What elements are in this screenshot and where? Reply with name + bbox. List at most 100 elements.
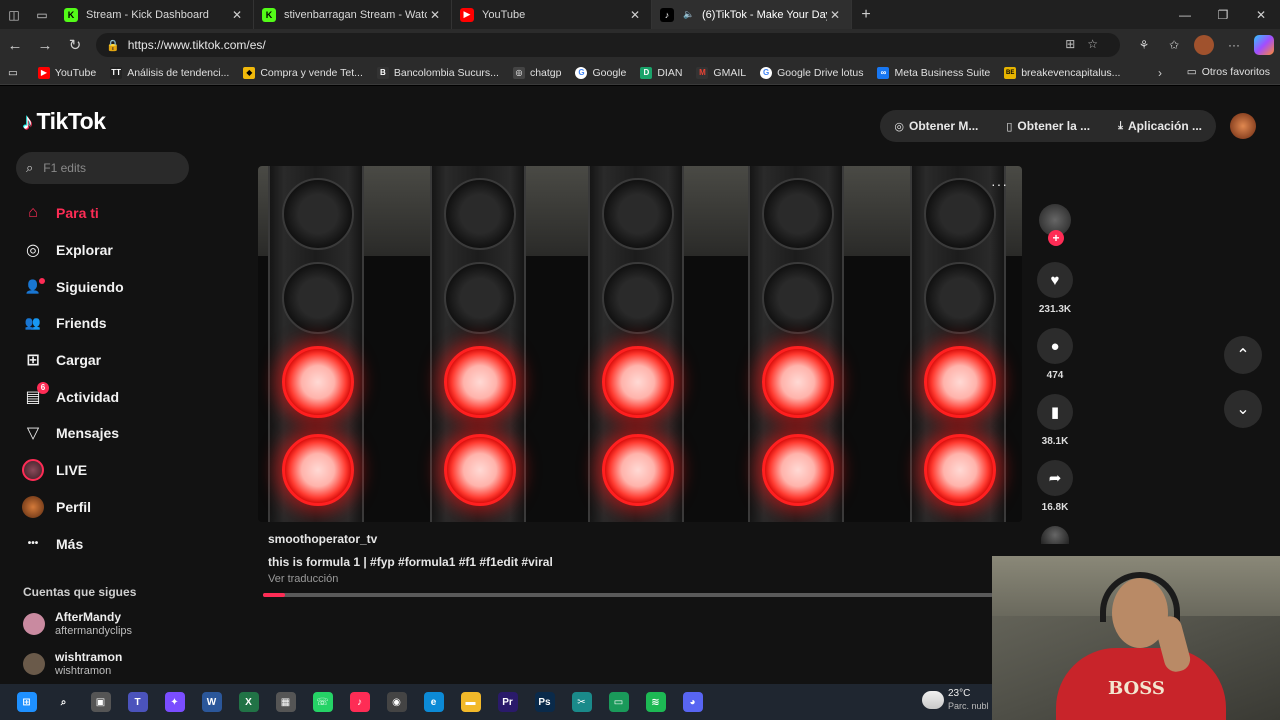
extension-icon[interactable]: ⚘ (1134, 35, 1154, 55)
tab-tiktok[interactable]: ♪ 🔈 (6)TikTok - Make Your Day ✕ (652, 0, 852, 29)
file-explorer-taskbar-button[interactable]: ▬ (452, 684, 489, 720)
teams-taskbar-button[interactable]: T (119, 684, 156, 720)
dian-icon: D (640, 66, 653, 79)
menu-dots-icon[interactable]: ··· (1224, 35, 1244, 55)
maximize-icon[interactable]: ❐ (1204, 0, 1242, 29)
word-taskbar-button[interactable]: W (193, 684, 230, 720)
get-coins-button[interactable]: ◎ Obtener M... (880, 110, 993, 142)
desktop-app-button[interactable]: ⤓ Aplicación ... (1104, 110, 1216, 142)
get-app-button[interactable]: ▯ Obtener la ... (992, 110, 1105, 142)
video-player[interactable]: ··· (258, 166, 1022, 522)
refresh-icon[interactable]: ↻ (60, 36, 90, 54)
edge-taskbar-button[interactable]: e (415, 684, 452, 720)
tab-kick-stream[interactable]: K stivenbarragan Stream - Watch Li ✕ (254, 0, 452, 29)
copilot-taskbar-button[interactable]: ✦ (156, 684, 193, 720)
search-taskbar-button[interactable]: ⌕ (45, 684, 82, 720)
forward-icon[interactable]: → (30, 37, 60, 54)
minimize-icon[interactable]: — (1166, 0, 1204, 29)
like-button[interactable]: ♥ (1037, 262, 1073, 298)
sidebar-item-siguiendo[interactable]: 👤 Siguiendo (22, 268, 124, 305)
other-bookmarks[interactable]: ▭ Otros favoritos (1187, 66, 1270, 78)
creator-avatar[interactable]: + (1039, 204, 1071, 246)
obs-taskbar-button[interactable]: ◉ (378, 684, 415, 720)
new-tab-button[interactable]: + (852, 6, 880, 24)
sidebar-item-actividad[interactable]: ▤ 6 Actividad (22, 378, 124, 415)
sidebar-item-live[interactable]: LIVE (22, 452, 124, 489)
workspaces-icon[interactable]: ◫ (0, 0, 28, 29)
bookmark-dian[interactable]: D DIAN (640, 66, 682, 79)
search-input[interactable]: ⌕ F1 edits (16, 152, 189, 184)
sidebar-item-cargar[interactable]: ⊞ Cargar (22, 342, 124, 379)
sidebar-item-perfil[interactable]: Perfil (22, 489, 124, 526)
calculator-taskbar-button[interactable]: ▦ (267, 684, 304, 720)
lock-icon[interactable]: 🔒 (106, 39, 120, 52)
sidebar-item-mensajes[interactable]: ▽ Mensajes (22, 415, 124, 452)
comment-button[interactable]: ● (1037, 328, 1073, 364)
follow-plus-icon[interactable]: + (1048, 230, 1064, 246)
sidebar-item-mas[interactable]: ••• Más (22, 525, 124, 562)
sound-disc[interactable] (1041, 526, 1069, 544)
following-account[interactable]: AfterMandy aftermandyclips (23, 610, 132, 638)
close-window-icon[interactable]: ✕ (1242, 0, 1280, 29)
bookmark-youtube[interactable]: ▶ YouTube (37, 66, 96, 79)
discord-taskbar-button[interactable]: ◕ (674, 684, 711, 720)
premiere-taskbar-button[interactable]: Pr (489, 684, 526, 720)
save-button[interactable]: ▮ (1037, 394, 1073, 430)
speaker-icon[interactable]: 🔈 (682, 8, 696, 22)
windows-start-taskbar-button[interactable]: ⊞ (8, 684, 45, 720)
other-bookmarks-label: Otros favoritos (1201, 66, 1270, 78)
share-count: 16.8K (1041, 502, 1069, 513)
photoshop-taskbar-button[interactable]: Ps (526, 684, 563, 720)
sidebar-item-explorar[interactable]: ◎ Explorar (22, 232, 124, 269)
green-app-taskbar-button[interactable]: ▭ (600, 684, 637, 720)
close-icon[interactable]: ✕ (229, 8, 245, 22)
sidebar-item-friends[interactable]: 👥 Friends (22, 305, 124, 342)
video-username[interactable]: smoothoperator_tv (268, 532, 553, 546)
profile-avatar[interactable] (1194, 35, 1214, 55)
bookmark-bancolombia[interactable]: B Bancolombia Sucurs... (376, 66, 499, 79)
bookmark-analisis[interactable]: TT Análisis de tendenci... (110, 66, 230, 79)
tab-actions-icon[interactable]: ▭ (28, 0, 56, 29)
close-icon[interactable]: ✕ (627, 8, 643, 22)
close-icon[interactable]: ✕ (827, 8, 843, 22)
file-explorer-icon: ▬ (460, 692, 481, 712)
bookmark-gmail[interactable]: M GMAIL (696, 66, 746, 79)
bookmark-label: Análisis de tendenci... (127, 66, 230, 79)
chevron-right-icon[interactable]: › (1158, 66, 1162, 80)
user-avatar[interactable] (1230, 113, 1256, 139)
bookmark-compra-vende[interactable]: ◆ Compra y vende Tet... (243, 66, 363, 79)
back-icon[interactable]: ← (0, 37, 30, 54)
see-translation-link[interactable]: Ver traducción (268, 573, 553, 585)
spotify-taskbar-button[interactable]: ≋ (637, 684, 674, 720)
share-button[interactable]: ➦ (1037, 460, 1073, 496)
reading-list-icon[interactable]: ▭ (8, 67, 18, 79)
copilot-icon[interactable] (1254, 35, 1274, 55)
url-field[interactable]: 🔒 https://www.tiktok.com/es/ ⊞☆ (96, 33, 1120, 57)
extensions-bar: ⚘ ✩ ··· (1134, 35, 1274, 55)
tab-kick-dashboard[interactable]: K Stream - Kick Dashboard ✕ (56, 0, 254, 29)
close-icon[interactable]: ✕ (427, 8, 443, 22)
url-actions[interactable]: ⊞☆ (1065, 37, 1110, 51)
video-progress-bar[interactable] (263, 593, 993, 597)
weather-widget[interactable]: 23°C Parc. nubl (922, 688, 989, 712)
bookmark-meta[interactable]: ∞ Meta Business Suite (877, 66, 990, 79)
cloud-icon (922, 691, 944, 709)
previous-video-button[interactable]: ⌃ (1224, 336, 1262, 374)
capcut-taskbar-button[interactable]: ✂ (563, 684, 600, 720)
tiktok-app-taskbar-button[interactable]: ♪ (341, 684, 378, 720)
video-description: this is formula 1 | #fyp #formula1 #f1 #… (268, 555, 553, 569)
task-view-taskbar-button[interactable]: ▣ (82, 684, 119, 720)
sidebar-item-para-ti[interactable]: ⌂ Para ti (22, 195, 124, 232)
bookmark-google-drive[interactable]: G Google Drive lotus (760, 66, 863, 79)
following-account[interactable]: wishtramon wishtramon (23, 650, 122, 678)
bookmark-chatgp[interactable]: ◎ chatgp (512, 66, 561, 79)
whatsapp-taskbar-button[interactable]: ☏ (304, 684, 341, 720)
tab-youtube[interactable]: ▶ YouTube ✕ (452, 0, 652, 29)
next-video-button[interactable]: ⌄ (1224, 390, 1262, 428)
video-more-icon[interactable]: ··· (991, 176, 1008, 192)
bookmark-breakeven[interactable]: BE breakevencapitalus... (1004, 66, 1120, 79)
favorites-icon[interactable]: ✩ (1164, 35, 1184, 55)
tiktok-logo[interactable]: ♪ TikTok (22, 108, 106, 135)
excel-taskbar-button[interactable]: X (230, 684, 267, 720)
bookmark-google[interactable]: G Google (575, 66, 626, 79)
